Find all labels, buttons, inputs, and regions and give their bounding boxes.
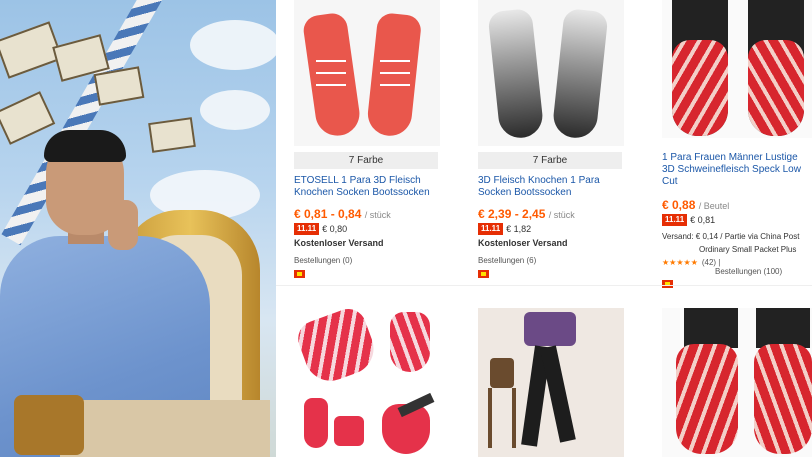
orders-count: Bestellungen (0): [294, 256, 353, 265]
table-leg: [512, 388, 516, 448]
product-image[interactable]: [293, 303, 440, 457]
product-image[interactable]: [294, 0, 440, 146]
china-flag-icon: [294, 270, 305, 278]
lace: [380, 84, 410, 86]
row-divider: [276, 285, 812, 286]
bacon-sock: [676, 344, 738, 454]
skirt: [524, 312, 576, 346]
orders-count: Bestellungen (6): [478, 256, 537, 265]
china-flag-icon: [662, 280, 673, 288]
skeleton-sock: [551, 8, 609, 140]
shipping-label: Kostenloser Versand: [294, 238, 384, 248]
side-table: [490, 358, 514, 388]
chair-armrest: [14, 395, 84, 455]
promo-price: € 1,82: [506, 224, 532, 234]
product-title[interactable]: 1 Para Frauen Männer Lustige 3D Schweine…: [662, 152, 812, 188]
promo-price-row: 11.11 € 1,82: [478, 223, 650, 235]
color-count-tag[interactable]: 7 Farbe: [478, 152, 622, 169]
rating-count[interactable]: (42) |: [702, 258, 721, 267]
bacon-sock: [754, 344, 812, 454]
price: € 2,39 - 2,45 / stück: [478, 207, 650, 221]
price-unit: / stück: [364, 210, 391, 220]
promo-badge: 11.11: [662, 214, 688, 226]
product-card[interactable]: 1 Para Frauen Männer Lustige 3D Schweine…: [662, 0, 812, 288]
shipping-detail: Versand: € 0,14 / Partie via China Post: [662, 232, 800, 241]
promo-badge: 11.11: [478, 223, 504, 235]
sneaker-sock: [365, 12, 423, 138]
lace: [380, 60, 410, 62]
person-pants: [60, 400, 270, 457]
bacon-sock: [390, 312, 430, 372]
price-value: € 2,39 - 2,45: [478, 207, 546, 221]
stocking-leg: [540, 345, 576, 443]
bacon-sock: [748, 40, 804, 136]
product-image[interactable]: [662, 0, 812, 138]
promo-price-row: 11.11 € 0,81: [662, 214, 812, 226]
product-image[interactable]: [662, 308, 812, 457]
color-count-tag[interactable]: 7 Farbe: [294, 152, 438, 169]
cloud: [190, 20, 276, 70]
sneaker-sock: [301, 11, 363, 139]
maypole-sign: [148, 117, 196, 153]
rating-row: ★★★★★ (42) |: [662, 258, 812, 267]
price-unit: / Beutel: [698, 201, 730, 211]
promo-price: € 0,80: [322, 224, 348, 234]
bacon-sock: [304, 398, 328, 448]
shipping-method: Ordinary Small Packet Plus: [699, 245, 797, 254]
product-title[interactable]: 3D Fleisch Knochen 1 Para Socken Bootsso…: [478, 175, 620, 199]
photo-collage: [0, 0, 276, 457]
lace: [316, 84, 346, 86]
promo-price: € 0,81: [690, 215, 716, 225]
orders-count: Bestellungen (100): [715, 267, 783, 276]
bacon-sock: [293, 303, 381, 389]
price-unit: / stück: [548, 210, 575, 220]
bacon-sock-top: [756, 308, 810, 348]
product-image[interactable]: [478, 308, 624, 457]
price-value: € 0,88: [662, 198, 696, 212]
skeleton-sock: [487, 8, 545, 140]
person-hair: [44, 130, 126, 162]
china-flag-icon: [478, 270, 489, 278]
product-image[interactable]: [478, 0, 624, 146]
person-hand: [108, 200, 138, 250]
cloud: [200, 90, 270, 130]
product-card[interactable]: 7 Farbe 3D Fleisch Knochen 1 Para Socken…: [478, 0, 650, 278]
price: € 0,81 - 0,84 / stück: [294, 207, 466, 221]
shipping-label: Kostenloser Versand: [478, 238, 568, 248]
price-value: € 0,81 - 0,84: [294, 207, 362, 221]
lace: [380, 72, 410, 74]
promo-price-row: 11.11 € 0,80: [294, 223, 466, 235]
bacon-sock: [334, 416, 364, 446]
maypole-sign: [0, 91, 56, 145]
star-rating-icon: ★★★★★: [662, 258, 698, 267]
price: € 0,88 / Beutel: [662, 198, 812, 212]
product-title[interactable]: ETOSELL 1 Para 3D Fleisch Knochen Socken…: [294, 175, 436, 199]
bacon-sock-top: [684, 308, 738, 348]
maypole-sign: [93, 66, 145, 106]
promo-badge: 11.11: [294, 223, 320, 235]
table-leg: [488, 388, 492, 448]
lace: [316, 72, 346, 74]
bacon-sock: [672, 40, 728, 136]
product-card[interactable]: 7 Farbe ETOSELL 1 Para 3D Fleisch Knoche…: [294, 0, 466, 278]
lace: [316, 60, 346, 62]
